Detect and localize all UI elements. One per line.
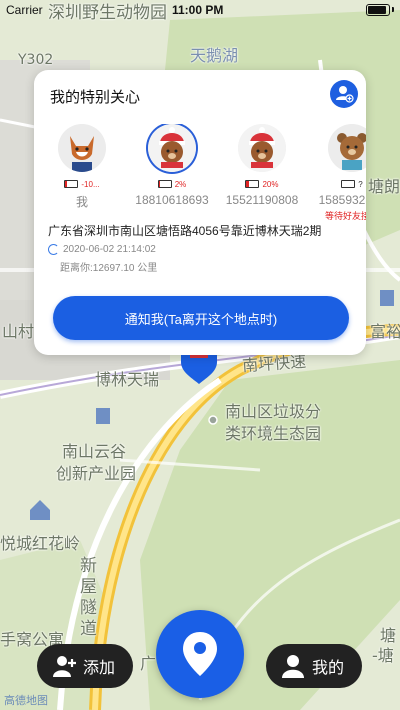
map-label-shancun: 山村 — [2, 322, 35, 341]
friend-name: 15521190808 — [225, 193, 299, 207]
battery-value: ? — [358, 179, 363, 189]
battery-value: 2% — [174, 179, 187, 189]
card-title: 我的特别关心 — [50, 89, 141, 106]
map-label-fuyu: 富裕 — [370, 322, 400, 341]
add-button-label: 添加 — [83, 660, 116, 677]
distance-text: 距离你:12697.10 公里 — [60, 263, 158, 274]
map-label-garbage-2: 类环境生态园 — [225, 424, 322, 443]
map-label-yuecheng: 悦城红花岭 — [0, 534, 81, 553]
map-label-garbage-1: 南山区垃圾分 — [225, 402, 322, 421]
my-button[interactable]: 我的 — [266, 644, 362, 688]
my-button-label: 我的 — [312, 660, 345, 677]
update-time: 2020-06-02 21:14:02 — [48, 244, 156, 255]
battery-fill — [246, 181, 250, 187]
location-address: 广东省深圳市南山区塘悟路4056号靠近博林天瑞2期 — [48, 224, 322, 238]
map-label-yungu-2: 创新产业园 — [56, 464, 137, 483]
friend-item-me[interactable]: -10... 我 — [54, 124, 127, 210]
battery-indicator: ? — [307, 178, 366, 190]
refresh-icon[interactable] — [48, 244, 59, 255]
map-label-yungu-1: 南山云谷 — [62, 442, 127, 461]
update-time-text: 2020-06-02 21:14:02 — [63, 244, 156, 255]
clock: 11:00 PM — [172, 3, 224, 17]
bear-red-avatar — [148, 124, 196, 172]
battery-level-icon — [245, 180, 260, 188]
status-bar: Carrier 11:00 PM — [0, 0, 400, 20]
battery-value: -10... — [81, 179, 100, 189]
add-friend-button[interactable] — [330, 80, 358, 108]
add-button[interactable]: 添加 — [37, 644, 133, 688]
battery-value: 20% — [262, 179, 279, 189]
battery-indicator: -10... — [54, 178, 127, 190]
friend-name: 我 — [75, 195, 88, 209]
battery-level-icon — [157, 180, 172, 188]
bear-red-avatar — [238, 124, 286, 172]
special-care-card: 我的特别关心 -10... 我 2% 18810618693 20% 15521… — [34, 70, 366, 355]
friend-name: 18810618693 — [135, 193, 209, 207]
user-icon — [282, 655, 304, 678]
fox-avatar — [58, 124, 106, 172]
carrier-label: Carrier — [6, 3, 43, 17]
map-label-y302: Y302 — [18, 52, 54, 68]
map-label-tang-3: -塘 — [372, 646, 394, 665]
friend-status: 等待好友接受 — [324, 211, 366, 221]
battery-level-icon — [64, 180, 79, 188]
battery-fill — [158, 181, 160, 187]
friend-name: 1585932310 — [318, 193, 366, 207]
amap-logo: 高德地图 — [4, 695, 48, 707]
friend-item-18810618693[interactable]: 2% 18810618693 — [127, 124, 217, 207]
battery-tip-icon — [392, 7, 394, 12]
map-label-tunnel: 新屋隧道 — [80, 556, 97, 639]
bear-brown-avatar — [328, 124, 366, 172]
map-pin-icon — [183, 632, 217, 676]
notify-leave-button[interactable]: 通知我(Ta离开这个地点时) — [53, 296, 349, 340]
map-label-bolintianrui: 博林天瑞 — [95, 370, 160, 389]
map-label-tianehu: 天鹅湖 — [190, 46, 239, 65]
friend-item-1585932310[interactable]: ? 1585932310 等待好友接受 — [307, 124, 366, 222]
map-label-tangxia: 塘朗 — [368, 177, 400, 196]
friend-item-15521190808[interactable]: 20% 15521190808 — [217, 124, 307, 207]
battery-indicator: 2% — [127, 178, 217, 190]
locate-button[interactable] — [156, 610, 244, 698]
battery-icon — [366, 4, 390, 16]
battery-fill — [65, 181, 67, 187]
battery-level-icon — [341, 180, 356, 188]
add-user-icon — [336, 86, 354, 103]
add-user-icon — [53, 656, 76, 677]
battery-indicator: 20% — [217, 178, 307, 190]
